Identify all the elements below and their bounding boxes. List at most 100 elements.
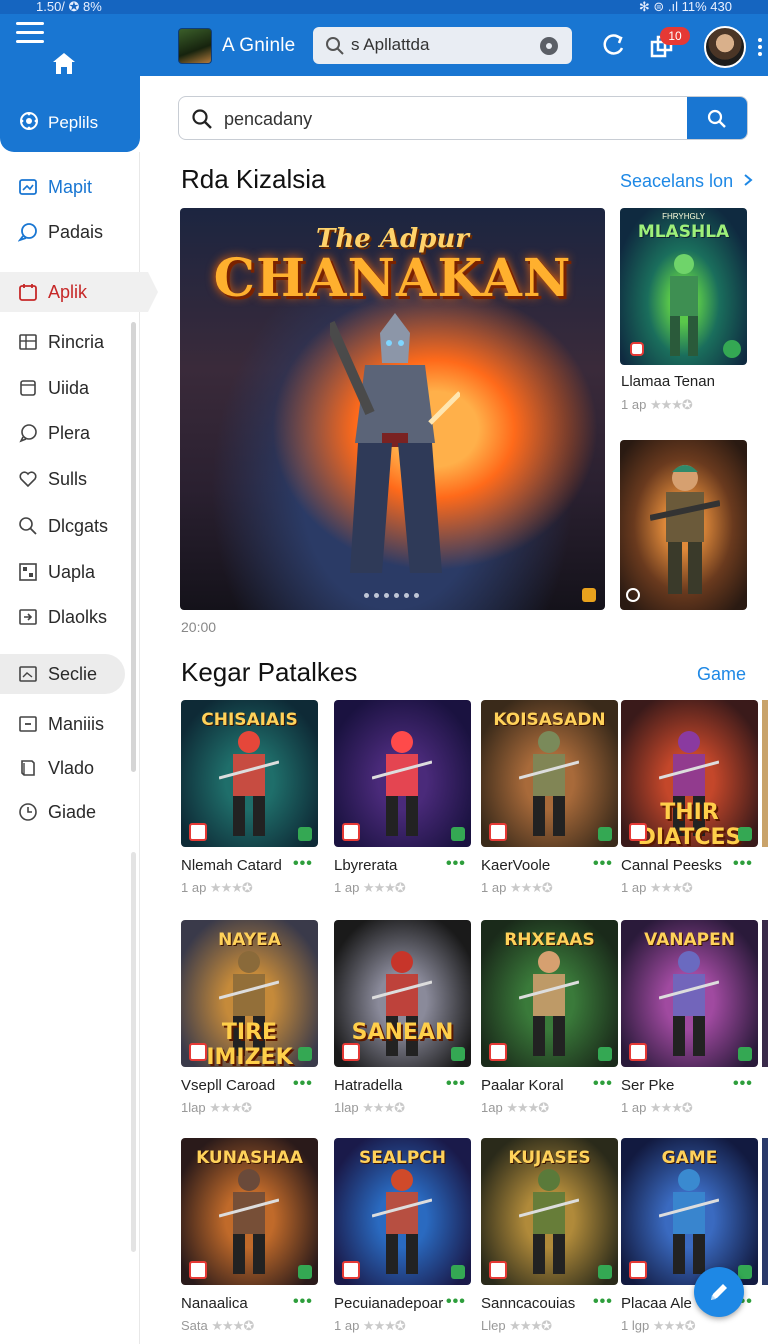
sidebar-item-giade[interactable]: Giade: [0, 792, 140, 832]
top-search-bar[interactable]: [313, 27, 572, 64]
game-card-art[interactable]: KUJASES: [481, 1138, 618, 1285]
game-character: [659, 1169, 719, 1274]
sidebar-scrollbar[interactable]: [131, 322, 136, 772]
more-options-icon[interactable]: •••: [733, 855, 753, 873]
game-card-name[interactable]: Nlemah Catard: [181, 857, 282, 874]
game-card-art[interactable]: SANEAN: [334, 920, 471, 1067]
game-card-name[interactable]: KaerVoole: [481, 857, 550, 874]
sidebar-item-label: Maniiis: [48, 713, 105, 734]
game-card-art[interactable]: NAYEA TIRE IMIZEK: [181, 920, 318, 1067]
sidebar-item-maniiis[interactable]: Maniiis: [0, 704, 140, 744]
badge-icon: [489, 823, 507, 841]
badge-icon: [629, 823, 647, 841]
game-card-name[interactable]: Vsepll Caroad: [181, 1077, 275, 1094]
sidebar-item-vlado[interactable]: Vlado: [0, 748, 140, 788]
game-character: [519, 1169, 579, 1274]
user-avatar[interactable]: [704, 26, 746, 68]
game-card-art[interactable]: SEALPCH: [334, 1138, 471, 1285]
game-card-art[interactable]: GAME: [621, 1138, 758, 1285]
game-card-art[interactable]: RHXEAAS: [481, 920, 618, 1067]
sidebar-item-uapla[interactable]: Uapla: [0, 552, 140, 592]
overflow-menu-icon[interactable]: [758, 38, 764, 58]
sidebar-item-rincria[interactable]: Rincria: [0, 322, 140, 362]
more-options-icon[interactable]: •••: [293, 1075, 313, 1093]
more-options-icon[interactable]: •••: [593, 1075, 613, 1093]
game-card-art[interactable]: THIR DIATCES: [621, 700, 758, 847]
rating-stars-icon: ★★★✪: [362, 1318, 406, 1333]
rating-stars-icon: ★★★✪: [649, 1100, 693, 1115]
side-card-art[interactable]: FHRYHGLY MLASHLA: [620, 208, 747, 365]
game-card-rating-count: 1 ap: [621, 880, 650, 895]
game-art-title: VANAPEN: [644, 930, 735, 950]
sidebar-item-label: Plera: [48, 422, 91, 443]
game-card-art[interactable]: KOISASADN: [481, 700, 618, 847]
hamburger-menu-icon[interactable]: [16, 22, 44, 44]
game-card-name[interactable]: Pecuianadepoar: [334, 1295, 443, 1312]
game-card-rating-count: 1 ap: [181, 880, 210, 895]
game-card-name[interactable]: Cannal Peesks: [621, 857, 722, 874]
main-search-bar[interactable]: [178, 96, 748, 140]
sidebar-scrollbar-track: [131, 852, 136, 1252]
main-search-input[interactable]: [224, 109, 624, 129]
sidebar-item-dlcgats[interactable]: Dlcgats: [0, 506, 140, 546]
sidebar-item-label: Aplik: [48, 281, 88, 302]
more-options-icon[interactable]: •••: [293, 855, 313, 873]
game-card-meta: 1 ap ★★★✪: [334, 1318, 406, 1334]
app-logo[interactable]: [178, 28, 212, 64]
sidebar-item-aplik[interactable]: Aplik: [0, 272, 158, 312]
game-character: [519, 951, 579, 1056]
sidebar-item-uiida[interactable]: Uiida: [0, 368, 140, 408]
sidebar-item-label: Dlcgats: [48, 515, 109, 536]
game-card-name[interactable]: Nanaalica: [181, 1295, 248, 1312]
game-card-art[interactable]: KUNASHAA: [181, 1138, 318, 1285]
badge-icon: [342, 823, 360, 841]
sidebar-header-tab[interactable]: Peplils: [0, 76, 140, 152]
game-card-name[interactable]: Ser Pke: [621, 1077, 674, 1094]
more-options-icon[interactable]: •••: [593, 1293, 613, 1311]
mosaic-icon: [19, 563, 37, 581]
side-card-art[interactable]: [620, 440, 747, 610]
sidebar-item-seclie[interactable]: Seclie: [0, 654, 125, 694]
game-art-title: CHISAIAIS: [201, 710, 298, 730]
game-card-meta: 1 ap ★★★✪: [181, 880, 253, 896]
featured-banner[interactable]: The Adpur CHANAKAN: [180, 208, 605, 610]
top-search-input[interactable]: [351, 35, 531, 55]
game-card-art[interactable]: [334, 700, 471, 847]
more-options-icon[interactable]: •••: [446, 855, 466, 873]
featured-see-all-link[interactable]: Seacelans lon: [620, 171, 753, 192]
sidebar-tab-label: Peplils: [48, 113, 99, 132]
more-options-icon[interactable]: •••: [446, 1075, 466, 1093]
game-card-name[interactable]: Hatradella: [334, 1077, 402, 1094]
image-icon: [19, 179, 37, 195]
clear-search-icon[interactable]: [540, 37, 558, 55]
game-card-meta: Sata ★★★✪: [181, 1318, 254, 1334]
side-card-name[interactable]: Llamaa Tenan: [621, 373, 715, 390]
rating-stars-icon: ★★★✪: [211, 1318, 254, 1333]
sidebar-item-plera[interactable]: Plera: [0, 413, 140, 453]
more-options-icon[interactable]: •••: [733, 1075, 753, 1093]
sidebar-item-sulls[interactable]: Sulls: [0, 459, 140, 499]
sidebar-item-padais[interactable]: Padais: [0, 212, 140, 252]
download-icon: [19, 609, 37, 625]
game-card-name[interactable]: Placaa Ale: [621, 1295, 692, 1312]
game-card-name[interactable]: Sanncacouias: [481, 1295, 575, 1312]
more-options-icon[interactable]: •••: [593, 855, 613, 873]
game-card-art[interactable]: VANAPEN: [621, 920, 758, 1067]
search-icon: [192, 109, 212, 129]
home-icon[interactable]: [50, 50, 78, 76]
more-options-icon[interactable]: •••: [446, 1293, 466, 1311]
game-card-name[interactable]: Paalar Koral: [481, 1077, 564, 1094]
games-see-all-link[interactable]: Game: [697, 664, 746, 685]
game-card-name[interactable]: Lbyrerata: [334, 857, 397, 874]
sidebar-item-mapit[interactable]: Mapit: [0, 167, 140, 207]
game-card-art[interactable]: CHISAIAIS: [181, 700, 318, 847]
search-submit-button[interactable]: [687, 97, 747, 139]
sidebar-item-dlaolks[interactable]: Dlaolks: [0, 597, 140, 637]
carousel-dots[interactable]: [364, 593, 419, 598]
rating-stars-icon: ★★★✪: [362, 880, 406, 895]
more-options-icon[interactable]: •••: [293, 1293, 313, 1311]
refresh-icon[interactable]: [600, 32, 628, 60]
rating-stars-icon: ★★★✪: [649, 397, 693, 412]
game-card-meta: Llep ★★★✪: [481, 1318, 552, 1334]
floating-action-button[interactable]: [694, 1267, 744, 1317]
